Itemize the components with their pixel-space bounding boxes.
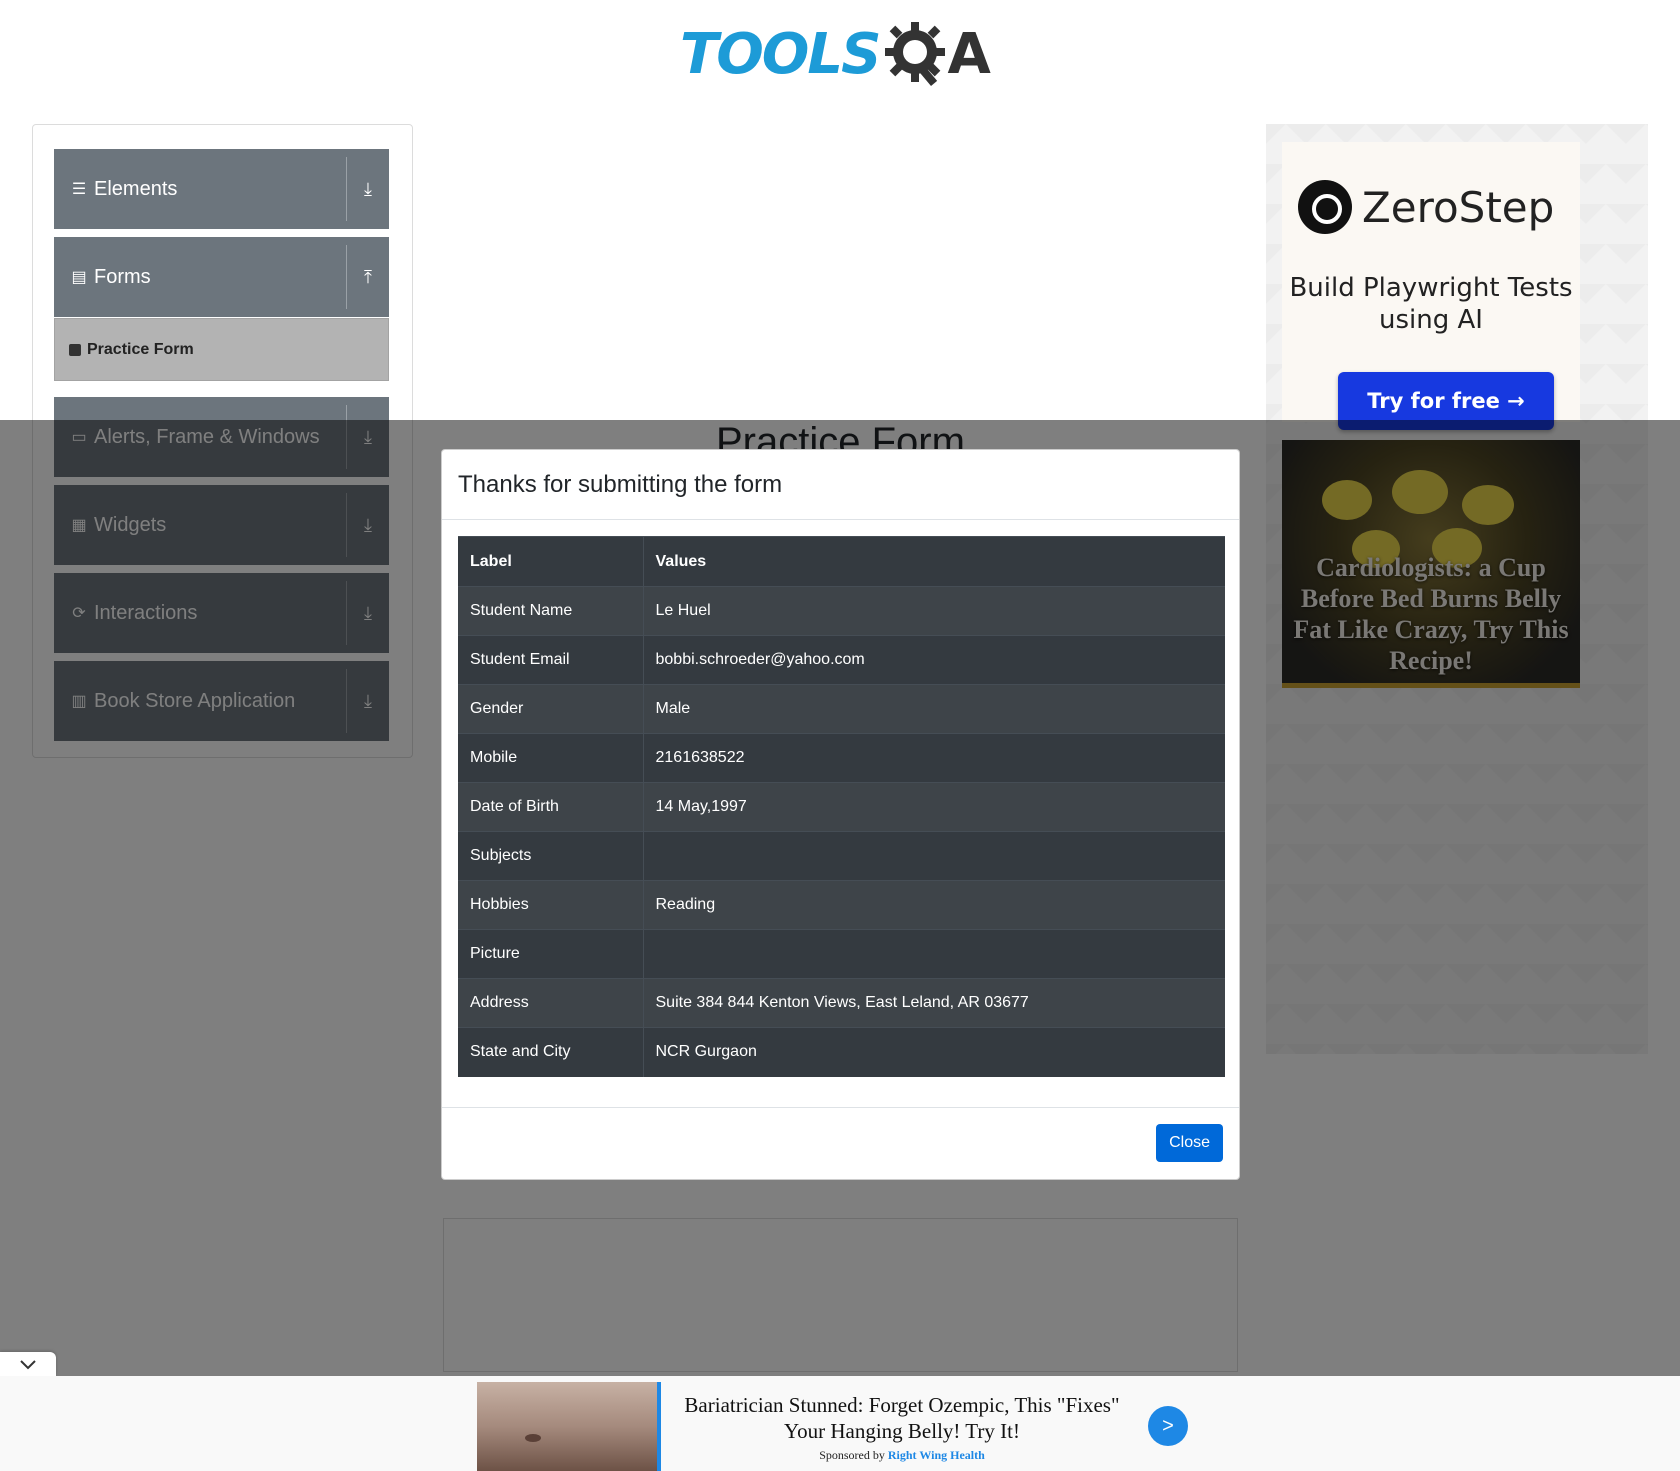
- table-row: Subjects: [458, 831, 1225, 881]
- html5-icon: [69, 343, 81, 356]
- row-value: NCR Gurgaon: [643, 1027, 1225, 1077]
- row-label: Picture: [458, 929, 644, 979]
- table-row: Gender Male: [458, 684, 1225, 734]
- zerostep-name: ZeroStep: [1362, 182, 1555, 232]
- row-value: 2161638522: [643, 733, 1225, 783]
- table-row: Address Suite 384 844 Kenton Views, East…: [458, 978, 1225, 1028]
- sidebar-group-elements[interactable]: ☰ Elements ⤓: [54, 149, 389, 229]
- sidebar-group-forms[interactable]: ▤ Forms ⤒: [54, 237, 389, 317]
- row-label: State and City: [458, 1027, 644, 1077]
- row-label: Mobile: [458, 733, 644, 783]
- sticky-ad-image[interactable]: [477, 1382, 661, 1471]
- row-value: bobbi.schroeder@yahoo.com: [643, 635, 1225, 685]
- table-row: Date of Birth 14 May,1997: [458, 782, 1225, 832]
- sticky-ad-go-button[interactable]: >: [1148, 1406, 1188, 1446]
- column-header-label: Label: [458, 536, 644, 587]
- close-button[interactable]: Close: [1156, 1124, 1223, 1162]
- table-row: Hobbies Reading: [458, 880, 1225, 930]
- modal-header: Thanks for submitting the form: [442, 450, 1239, 520]
- sidebar-group-label: Elements: [94, 177, 178, 200]
- sticky-ad-headline[interactable]: Bariatrician Stunned: Forget Ozempic, Th…: [672, 1392, 1132, 1444]
- row-label: Date of Birth: [458, 782, 644, 832]
- sidebar-group-label: Forms: [94, 265, 151, 288]
- modal-footer: Close: [442, 1107, 1239, 1179]
- collapse-icon[interactable]: ⤒: [347, 267, 389, 288]
- sidebar-item-practice-form[interactable]: Practice Form: [54, 318, 389, 381]
- submission-modal: Thanks for submitting the form Label Val…: [441, 449, 1240, 1180]
- table-header-row: Label Values: [458, 536, 1225, 587]
- row-label: Subjects: [458, 831, 644, 881]
- sidebar-item-label: Practice Form: [87, 340, 194, 358]
- row-value: Suite 384 844 Kenton Views, East Leland,…: [643, 978, 1225, 1028]
- zerostep-icon: [1298, 180, 1352, 234]
- column-header-values: Values: [643, 536, 1225, 587]
- toolsqa-logo[interactable]: TOOLS A: [680, 14, 991, 94]
- menu-icon: ☰: [71, 181, 87, 198]
- row-value: 14 May,1997: [643, 782, 1225, 832]
- document-icon: ▤: [71, 269, 87, 286]
- row-label: Gender: [458, 684, 644, 734]
- modal-body: Label Values Student Name Le Huel Studen…: [442, 520, 1239, 1093]
- zerostep-logo: ZeroStep: [1298, 180, 1554, 234]
- sticky-ad-toggle[interactable]: [0, 1352, 56, 1376]
- sponsor-link[interactable]: Right Wing Health: [888, 1448, 985, 1462]
- row-label: Student Name: [458, 586, 644, 636]
- table-row: Picture: [458, 929, 1225, 979]
- row-value: Male: [643, 684, 1225, 734]
- gear-magnifier-icon: [885, 22, 946, 86]
- modal-title: Thanks for submitting the form: [458, 470, 783, 498]
- results-table: Label Values Student Name Le Huel Studen…: [458, 536, 1225, 1077]
- zerostep-tagline: Build Playwright Tests using AI: [1289, 273, 1573, 335]
- table-row: Student Name Le Huel: [458, 586, 1225, 636]
- table-row: Mobile 2161638522: [458, 733, 1225, 783]
- row-label: Address: [458, 978, 644, 1028]
- sticky-ad-image-detail: [525, 1434, 541, 1442]
- logo-text-tools: TOOLS: [680, 21, 881, 87]
- sponsored-prefix: Sponsored by: [819, 1448, 888, 1462]
- row-label: Hobbies: [458, 880, 644, 930]
- sticky-ad-sponsor-line: Sponsored by Right Wing Health: [672, 1448, 1132, 1463]
- table-row: State and City NCR Gurgaon: [458, 1027, 1225, 1077]
- row-value: [643, 929, 1225, 979]
- chevron-down-icon: [20, 1360, 36, 1370]
- sticky-bottom-ad[interactable]: Bariatrician Stunned: Forget Ozempic, Th…: [0, 1376, 1680, 1471]
- zerostep-ad[interactable]: ZeroStep Build Playwright Tests using AI…: [1282, 142, 1580, 430]
- row-value: [643, 831, 1225, 881]
- row-label: Student Email: [458, 635, 644, 685]
- table-row: Student Email bobbi.schroeder@yahoo.com: [458, 635, 1225, 685]
- row-value: Le Huel: [643, 586, 1225, 636]
- row-value: Reading: [643, 880, 1225, 930]
- logo-text-a: A: [947, 21, 991, 87]
- expand-icon[interactable]: ⤓: [347, 179, 389, 200]
